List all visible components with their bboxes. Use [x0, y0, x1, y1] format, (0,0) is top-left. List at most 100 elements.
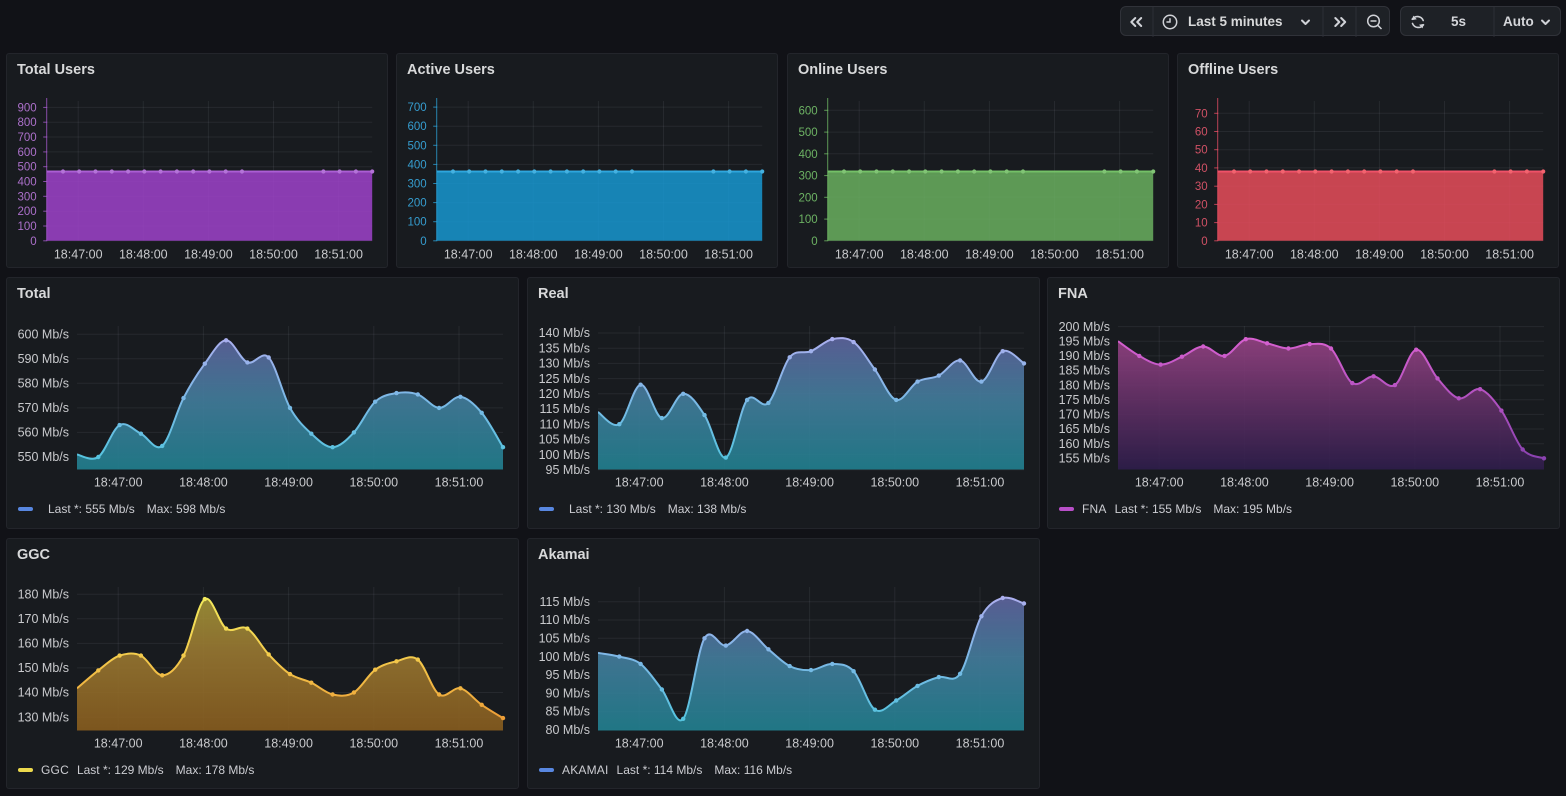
svg-text:300: 300: [799, 171, 818, 183]
svg-text:18:49:00: 18:49:00: [1355, 248, 1404, 262]
svg-text:500: 500: [799, 127, 818, 139]
svg-text:900: 900: [18, 102, 37, 114]
svg-text:18:49:00: 18:49:00: [785, 476, 834, 490]
svg-text:18:47:00: 18:47:00: [1135, 476, 1184, 490]
svg-text:115 Mb/s: 115 Mb/s: [540, 402, 591, 416]
svg-text:18:47:00: 18:47:00: [94, 737, 143, 751]
svg-text:100: 100: [18, 221, 37, 233]
svg-text:195 Mb/s: 195 Mb/s: [1059, 334, 1110, 348]
svg-text:300: 300: [18, 191, 37, 203]
svg-text:90 Mb/s: 90 Mb/s: [546, 686, 590, 700]
svg-text:105 Mb/s: 105 Mb/s: [539, 632, 590, 646]
svg-text:18:47:00: 18:47:00: [1225, 248, 1274, 262]
svg-text:125 Mb/s: 125 Mb/s: [539, 372, 590, 386]
svg-text:700: 700: [408, 102, 427, 114]
svg-text:100: 100: [408, 217, 427, 229]
svg-text:180 Mb/s: 180 Mb/s: [18, 587, 69, 601]
svg-text:18:49:00: 18:49:00: [264, 737, 313, 751]
svg-text:550 Mb/s: 550 Mb/s: [18, 450, 69, 464]
svg-text:0: 0: [420, 236, 426, 248]
svg-text:18:50:00: 18:50:00: [349, 737, 398, 751]
svg-text:130 Mb/s: 130 Mb/s: [539, 357, 590, 371]
svg-text:180 Mb/s: 180 Mb/s: [1059, 378, 1110, 392]
svg-text:18:51:00: 18:51:00: [956, 737, 1005, 751]
svg-text:560 Mb/s: 560 Mb/s: [18, 426, 69, 440]
svg-text:400: 400: [799, 149, 818, 161]
svg-text:18:48:00: 18:48:00: [509, 248, 558, 262]
svg-text:18:47:00: 18:47:00: [835, 248, 884, 262]
svg-text:200: 200: [18, 206, 37, 218]
svg-text:100 Mb/s: 100 Mb/s: [539, 650, 590, 664]
svg-text:120 Mb/s: 120 Mb/s: [539, 387, 590, 401]
svg-text:18:49:00: 18:49:00: [264, 476, 313, 490]
svg-text:50: 50: [1195, 145, 1208, 157]
svg-text:200: 200: [408, 198, 427, 210]
svg-text:18:47:00: 18:47:00: [94, 476, 143, 490]
svg-text:30: 30: [1195, 181, 1208, 193]
svg-text:400: 400: [18, 177, 37, 189]
svg-text:85 Mb/s: 85 Mb/s: [546, 705, 590, 719]
svg-text:175 Mb/s: 175 Mb/s: [1059, 393, 1110, 407]
svg-text:18:47:00: 18:47:00: [444, 248, 493, 262]
svg-text:18:49:00: 18:49:00: [184, 248, 233, 262]
svg-text:700: 700: [18, 132, 37, 144]
svg-text:20: 20: [1195, 199, 1208, 211]
svg-text:18:47:00: 18:47:00: [54, 248, 103, 262]
svg-text:400: 400: [408, 159, 427, 171]
svg-text:18:51:00: 18:51:00: [1476, 476, 1525, 490]
svg-text:18:49:00: 18:49:00: [785, 737, 834, 751]
svg-text:18:50:00: 18:50:00: [1030, 248, 1079, 262]
svg-text:18:51:00: 18:51:00: [956, 476, 1005, 490]
svg-text:140 Mb/s: 140 Mb/s: [18, 686, 69, 700]
svg-text:18:49:00: 18:49:00: [965, 248, 1014, 262]
svg-text:150 Mb/s: 150 Mb/s: [18, 661, 69, 675]
svg-text:170 Mb/s: 170 Mb/s: [1059, 408, 1110, 422]
svg-text:0: 0: [811, 236, 817, 248]
svg-text:800: 800: [18, 117, 37, 129]
svg-text:500: 500: [18, 162, 37, 174]
svg-text:18:48:00: 18:48:00: [179, 476, 228, 490]
svg-text:18:49:00: 18:49:00: [1305, 476, 1354, 490]
svg-text:580 Mb/s: 580 Mb/s: [18, 377, 69, 391]
svg-text:100 Mb/s: 100 Mb/s: [539, 448, 590, 462]
svg-text:10: 10: [1195, 218, 1208, 230]
svg-text:155 Mb/s: 155 Mb/s: [1059, 452, 1110, 466]
svg-text:18:51:00: 18:51:00: [1485, 248, 1534, 262]
svg-text:18:50:00: 18:50:00: [639, 248, 688, 262]
svg-text:18:50:00: 18:50:00: [249, 248, 298, 262]
svg-text:18:47:00: 18:47:00: [615, 737, 664, 751]
svg-text:18:51:00: 18:51:00: [435, 476, 484, 490]
svg-text:40: 40: [1195, 163, 1208, 175]
svg-text:500: 500: [408, 140, 427, 152]
svg-text:18:51:00: 18:51:00: [704, 248, 753, 262]
svg-text:18:50:00: 18:50:00: [349, 476, 398, 490]
svg-text:600 Mb/s: 600 Mb/s: [18, 327, 69, 341]
svg-text:110 Mb/s: 110 Mb/s: [540, 417, 591, 431]
svg-text:130 Mb/s: 130 Mb/s: [18, 710, 69, 724]
svg-text:18:50:00: 18:50:00: [1420, 248, 1469, 262]
svg-text:140 Mb/s: 140 Mb/s: [539, 326, 590, 340]
svg-text:110 Mb/s: 110 Mb/s: [540, 613, 591, 627]
svg-text:18:50:00: 18:50:00: [1390, 476, 1439, 490]
svg-text:600: 600: [18, 147, 37, 159]
svg-text:600: 600: [408, 121, 427, 133]
svg-text:165 Mb/s: 165 Mb/s: [1059, 422, 1110, 436]
svg-text:160 Mb/s: 160 Mb/s: [1059, 437, 1110, 451]
svg-text:185 Mb/s: 185 Mb/s: [1059, 364, 1110, 378]
svg-text:200: 200: [799, 192, 818, 204]
svg-text:18:48:00: 18:48:00: [179, 737, 228, 751]
svg-text:100: 100: [799, 214, 818, 226]
svg-text:18:49:00: 18:49:00: [574, 248, 623, 262]
svg-text:190 Mb/s: 190 Mb/s: [1059, 349, 1110, 363]
svg-text:95 Mb/s: 95 Mb/s: [546, 463, 590, 477]
svg-text:18:48:00: 18:48:00: [1290, 248, 1339, 262]
svg-text:18:47:00: 18:47:00: [615, 476, 664, 490]
svg-text:60: 60: [1195, 127, 1208, 139]
svg-text:18:51:00: 18:51:00: [435, 737, 484, 751]
svg-text:570 Mb/s: 570 Mb/s: [18, 401, 69, 415]
svg-text:18:48:00: 18:48:00: [1220, 476, 1269, 490]
svg-text:0: 0: [30, 236, 36, 248]
svg-text:18:51:00: 18:51:00: [314, 248, 363, 262]
svg-text:18:48:00: 18:48:00: [700, 476, 749, 490]
svg-text:18:51:00: 18:51:00: [1095, 248, 1144, 262]
